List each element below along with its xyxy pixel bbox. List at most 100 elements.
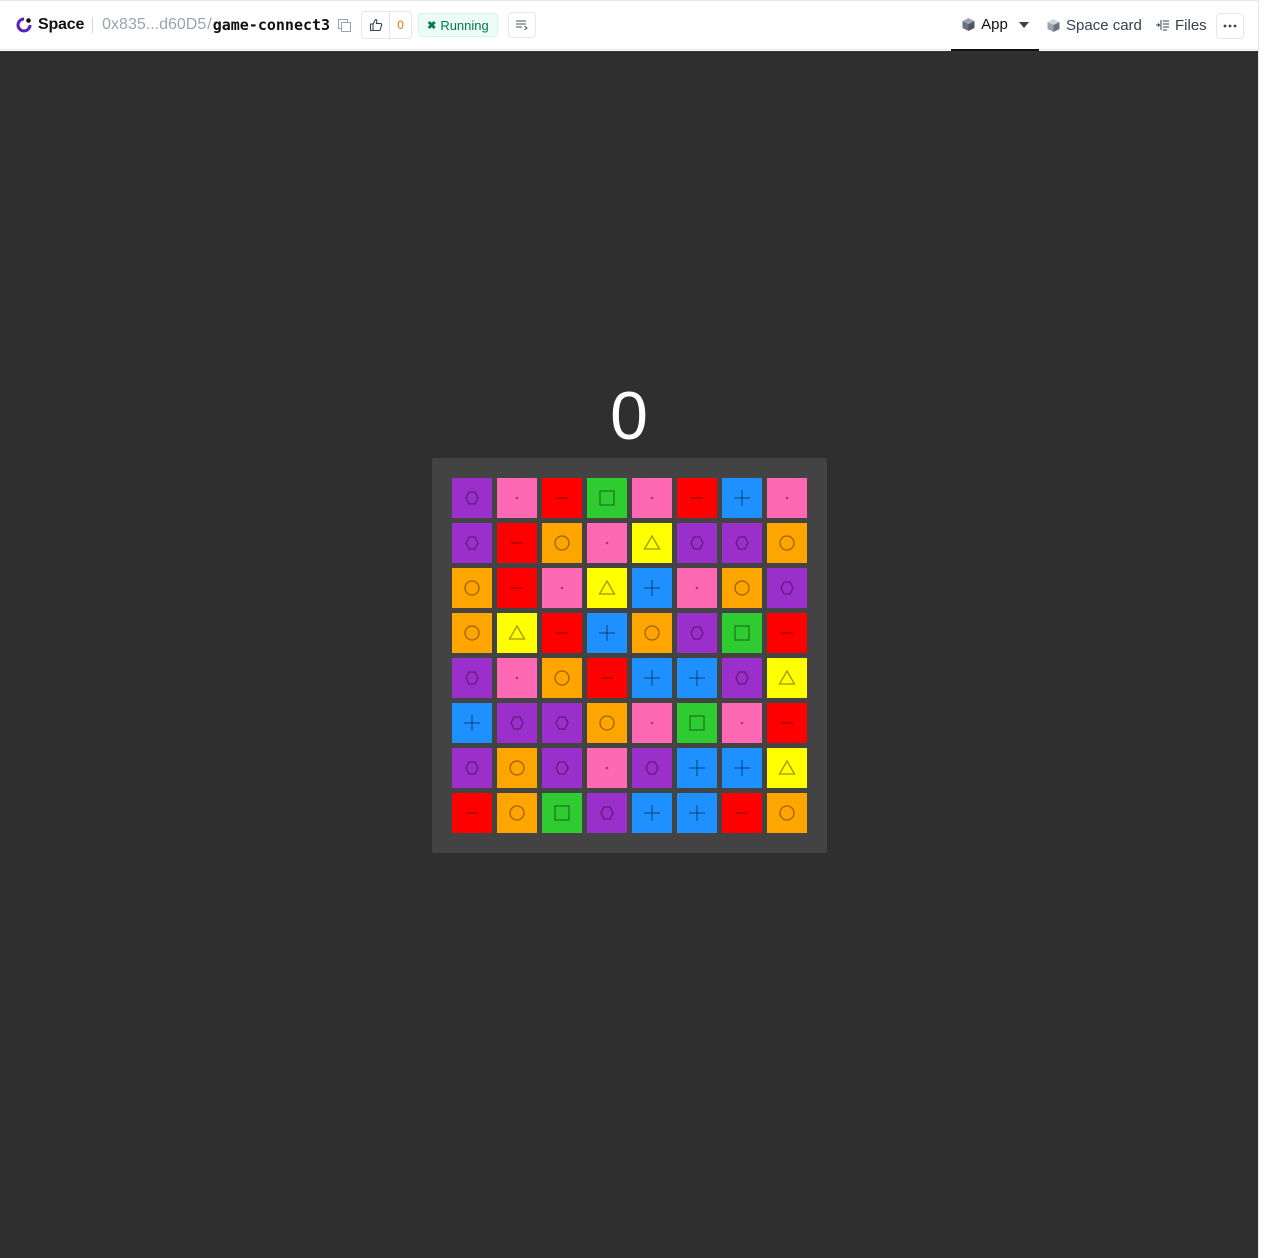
tile-plus[interactable] [722, 478, 762, 518]
tab-space-card[interactable]: Space card [1046, 0, 1142, 50]
plus-icon [644, 805, 660, 821]
tile-triangle[interactable] [767, 748, 807, 788]
copy-icon[interactable] [337, 18, 352, 32]
tile-minus[interactable] [497, 568, 537, 608]
tile-circle[interactable] [587, 703, 627, 743]
tile-triangle[interactable] [587, 568, 627, 608]
tile-hexagon[interactable] [452, 478, 492, 518]
tile-circle[interactable] [452, 613, 492, 653]
brand[interactable]: Space [15, 0, 84, 50]
tile-minus[interactable] [767, 703, 807, 743]
tile-minus[interactable] [497, 523, 537, 563]
tile-dot[interactable] [542, 568, 582, 608]
hexagon-icon [465, 761, 479, 775]
dot-icon [515, 496, 519, 500]
tile-circle[interactable] [497, 793, 537, 833]
tile-minus[interactable] [677, 478, 717, 518]
tab-space-card-label: Space card [1066, 16, 1142, 34]
more-button[interactable] [1216, 13, 1244, 39]
scrollbar[interactable] [1258, 0, 1265, 1258]
tile-hexagon[interactable] [452, 658, 492, 698]
tile-hexagon[interactable] [452, 748, 492, 788]
tile-dot[interactable] [632, 478, 672, 518]
circle-icon [644, 625, 660, 641]
tile-circle[interactable] [452, 568, 492, 608]
tile-circle[interactable] [767, 523, 807, 563]
tile-minus[interactable] [722, 793, 762, 833]
tile-minus[interactable] [542, 478, 582, 518]
tile-dot[interactable] [722, 703, 762, 743]
tile-hexagon[interactable] [542, 748, 582, 788]
tab-app[interactable]: App [951, 0, 1039, 52]
square-icon [734, 625, 750, 641]
minus-icon [511, 542, 523, 544]
tile-plus[interactable] [632, 658, 672, 698]
tile-hexagon[interactable] [677, 523, 717, 563]
triangle-icon [598, 579, 616, 595]
tile-plus[interactable] [677, 793, 717, 833]
hexagon-icon [600, 806, 614, 820]
tile-hexagon[interactable] [542, 703, 582, 743]
chevron-down-icon[interactable] [1018, 21, 1029, 28]
minus-icon [466, 812, 478, 814]
tile-circle[interactable] [542, 523, 582, 563]
square-icon [554, 805, 570, 821]
tile-plus[interactable] [677, 748, 717, 788]
space-logo-icon [16, 17, 32, 33]
tile-circle[interactable] [497, 748, 537, 788]
tile-square[interactable] [542, 793, 582, 833]
files-icon [1156, 20, 1169, 31]
dot-icon [650, 721, 654, 725]
tile-hexagon[interactable] [722, 523, 762, 563]
like-button[interactable] [362, 12, 391, 38]
tile-hexagon[interactable] [632, 748, 672, 788]
tile-circle[interactable] [632, 613, 672, 653]
tile-dot[interactable] [587, 748, 627, 788]
tile-dot[interactable] [587, 523, 627, 563]
tile-dot[interactable] [677, 568, 717, 608]
dot-icon [785, 496, 789, 500]
tile-triangle[interactable] [632, 523, 672, 563]
tile-circle[interactable] [722, 568, 762, 608]
tile-plus[interactable] [452, 703, 492, 743]
tile-minus[interactable] [452, 793, 492, 833]
tile-dot[interactable] [632, 703, 672, 743]
tile-triangle[interactable] [497, 613, 537, 653]
circle-icon [464, 625, 480, 641]
tile-dot[interactable] [497, 478, 537, 518]
tile-hexagon[interactable] [677, 613, 717, 653]
tile-minus[interactable] [767, 613, 807, 653]
app-canvas: 0 [0, 51, 1258, 1258]
hexagon-icon [465, 491, 479, 505]
tile-dot[interactable] [497, 658, 537, 698]
minus-icon [781, 632, 793, 634]
tile-minus[interactable] [587, 658, 627, 698]
tile-square[interactable] [722, 613, 762, 653]
tile-square[interactable] [587, 478, 627, 518]
circle-icon [509, 805, 525, 821]
tile-dot[interactable] [767, 478, 807, 518]
tile-hexagon[interactable] [767, 568, 807, 608]
tile-square[interactable] [677, 703, 717, 743]
tile-minus[interactable] [542, 613, 582, 653]
tile-plus[interactable] [587, 613, 627, 653]
tile-triangle[interactable] [767, 658, 807, 698]
repo-name[interactable]: game-connect3 [213, 16, 330, 34]
circle-icon [554, 535, 570, 551]
owner-link[interactable]: 0x835...d60D5 [102, 16, 206, 34]
tile-plus[interactable] [632, 568, 672, 608]
tile-plus[interactable] [677, 658, 717, 698]
tile-circle[interactable] [767, 793, 807, 833]
tile-hexagon[interactable] [497, 703, 537, 743]
dot-icon [605, 766, 609, 770]
logs-button[interactable] [507, 12, 536, 38]
tile-plus[interactable] [722, 748, 762, 788]
tile-hexagon[interactable] [587, 793, 627, 833]
tile-hexagon[interactable] [722, 658, 762, 698]
tile-hexagon[interactable] [452, 523, 492, 563]
tile-circle[interactable] [542, 658, 582, 698]
hexagon-icon [465, 536, 479, 550]
status-badge[interactable]: ✖ Running [418, 13, 498, 37]
tab-files[interactable]: Files [1156, 0, 1207, 50]
tile-plus[interactable] [632, 793, 672, 833]
